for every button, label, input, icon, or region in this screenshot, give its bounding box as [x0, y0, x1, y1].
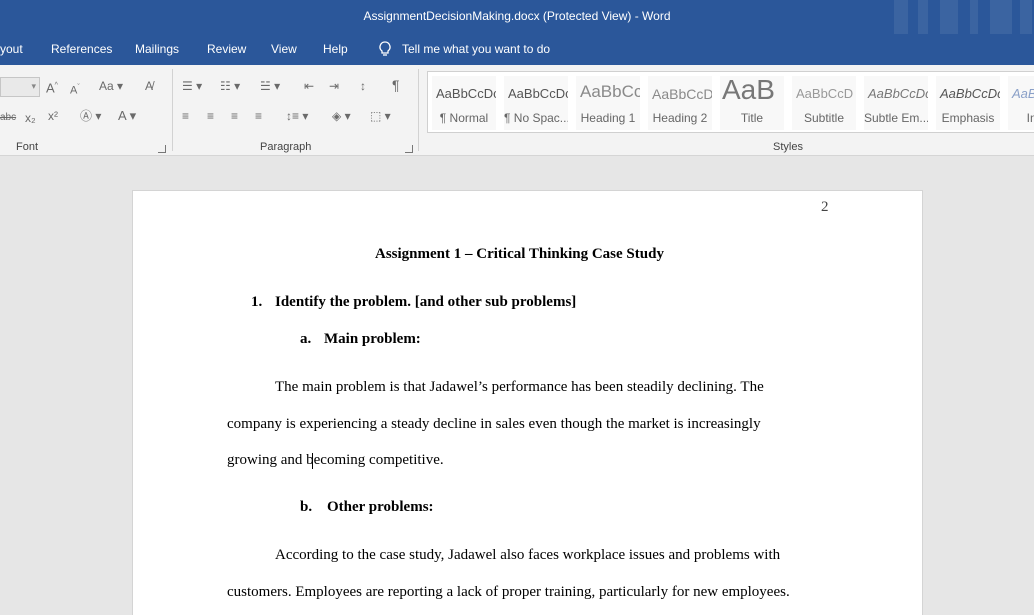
tell-me-box[interactable]: Tell me what you want to do: [376, 40, 550, 58]
paragraph-line: The main problem is that Jadawel’s perfo…: [275, 379, 764, 395]
style-emphasis[interactable]: AaBbCcDc Emphasis: [936, 76, 1000, 130]
style-name: Subtle Em...: [864, 111, 928, 125]
grow-font-icon[interactable]: A^: [46, 79, 58, 95]
style-subtle-emphasis[interactable]: AaBbCcDc Subtle Em...: [864, 76, 928, 130]
lightbulb-icon: [379, 41, 391, 56]
ribbon: ▾ A^ Aˇ Aa ▾ A̸ abc x₂ x² Ⓐ ▾ A ▾ Font ☰…: [0, 65, 1034, 156]
style-preview: AaBbCcDc: [1012, 86, 1034, 101]
subheading-main-problem: Main problem:: [324, 331, 421, 347]
shading-icon[interactable]: ◈ ▾: [332, 109, 351, 123]
style-name: Subtitle: [803, 111, 845, 125]
show-formatting-marks-icon[interactable]: ¶: [392, 78, 400, 92]
style-title[interactable]: AaB Title: [720, 76, 784, 130]
tab-help[interactable]: Help: [323, 42, 348, 56]
title-bar-pattern: [874, 0, 1034, 34]
align-left-icon[interactable]: ≡: [182, 109, 189, 123]
change-case-icon[interactable]: Aa ▾: [99, 79, 123, 93]
paragraph-line: customers. Employees are reporting a lac…: [227, 584, 790, 600]
document-title: Assignment 1 – Critical Thinking Case St…: [375, 246, 664, 262]
line-spacing-icon[interactable]: ↕≡ ▾: [286, 109, 308, 123]
clear-formatting-icon[interactable]: A̸: [145, 79, 153, 93]
tell-me-text: Tell me what you want to do: [402, 42, 551, 56]
tab-view[interactable]: View: [271, 42, 297, 56]
style-preview: AaBbCcDc: [436, 86, 496, 101]
style-normal[interactable]: AaBbCcDc ¶ Normal: [432, 76, 496, 130]
styles-gallery: AaBbCcDc ¶ Normal AaBbCcDc ¶ No Spac... …: [427, 71, 1034, 133]
tab-review[interactable]: Review: [207, 42, 246, 56]
multilevel-list-icon[interactable]: ☱ ▾: [260, 79, 280, 93]
shrink-font-icon[interactable]: Aˇ: [70, 81, 80, 98]
list-item-heading: Identify the problem. [and other sub pro…: [275, 294, 577, 310]
group-divider: [418, 69, 419, 151]
tab-layout[interactable]: yout: [0, 42, 23, 56]
text-cursor: [312, 453, 313, 469]
align-center-icon[interactable]: ≡: [207, 109, 214, 123]
text-effects-icon[interactable]: Ⓐ ▾: [80, 109, 101, 123]
style-heading-1[interactable]: AaBbCc Heading 1: [576, 76, 640, 130]
font-dialog-launcher-icon[interactable]: [158, 145, 166, 153]
document-page[interactable]: 2 Assignment 1 – Critical Thinking Case …: [132, 190, 923, 615]
decrease-indent-icon[interactable]: ⇤: [304, 79, 314, 93]
justify-icon[interactable]: ≡: [255, 109, 262, 123]
subheading-other-problems: Other problems:: [327, 499, 434, 515]
title-bar: AssignmentDecisionMaking.docx (Protected…: [0, 0, 1034, 34]
style-preview: AaBbCcD: [652, 86, 712, 102]
styles-group-label: Styles: [773, 141, 803, 153]
page-number: 2: [821, 199, 829, 215]
font-size-combo[interactable]: ▾: [0, 77, 40, 97]
numbering-icon[interactable]: ☷ ▾: [220, 79, 240, 93]
style-no-spacing[interactable]: AaBbCcDc ¶ No Spac...: [504, 76, 568, 130]
tab-references[interactable]: References: [51, 42, 112, 56]
style-name: Heading 2: [652, 111, 708, 125]
style-preview: AaBbCc: [580, 82, 640, 101]
paragraph-group-label: Paragraph: [260, 141, 312, 153]
sublist-letter: b.: [300, 499, 313, 515]
paragraph-line: growing and becoming competitive.: [227, 452, 444, 468]
style-preview: AaBbCcDc: [508, 86, 568, 101]
chevron-down-icon: ▾: [31, 81, 36, 91]
tab-mailings[interactable]: Mailings: [135, 42, 179, 56]
borders-icon[interactable]: ⬚ ▾: [370, 109, 391, 123]
superscript-icon[interactable]: x²: [48, 109, 58, 123]
style-name: Heading 1: [580, 111, 636, 125]
font-group-label: Font: [16, 141, 39, 153]
style-subtitle[interactable]: AaBbCcD Subtitle: [792, 76, 856, 130]
style-preview: AaB: [722, 76, 775, 105]
group-divider: [172, 69, 173, 151]
paragraph-line: According to the case study, Jadawel als…: [275, 547, 781, 563]
sublist-letter: a.: [300, 331, 312, 347]
list-number: 1.: [251, 294, 263, 310]
style-heading-2[interactable]: AaBbCcD Heading 2: [648, 76, 712, 130]
align-right-icon[interactable]: ≡: [231, 109, 238, 123]
bullets-icon[interactable]: ☰ ▾: [182, 79, 202, 93]
subscript-icon[interactable]: x₂: [25, 111, 36, 125]
style-name: Emphasis: [941, 111, 995, 125]
style-preview: AaBbCcD: [796, 86, 854, 101]
increase-indent-icon[interactable]: ⇥: [329, 79, 339, 93]
style-name: ¶ No Spac...: [504, 111, 568, 125]
style-intense-emphasis[interactable]: AaBbCcDc Inten: [1008, 76, 1034, 130]
style-name: Inten: [1026, 111, 1034, 125]
sort-icon[interactable]: ↕: [360, 79, 366, 93]
strikethrough-icon[interactable]: abc: [0, 111, 16, 125]
style-preview: AaBbCcDc: [940, 86, 1000, 101]
style-name: Title: [740, 111, 764, 125]
paragraph-dialog-launcher-icon[interactable]: [405, 145, 413, 153]
ribbon-tabs: yout References Mailings Review View Hel…: [0, 34, 1034, 65]
style-preview: AaBbCcDc: [868, 86, 928, 101]
style-name: ¶ Normal: [439, 111, 489, 125]
paragraph-line: company is experiencing a steady decline…: [227, 416, 761, 432]
font-color-icon[interactable]: A ▾: [118, 109, 136, 123]
